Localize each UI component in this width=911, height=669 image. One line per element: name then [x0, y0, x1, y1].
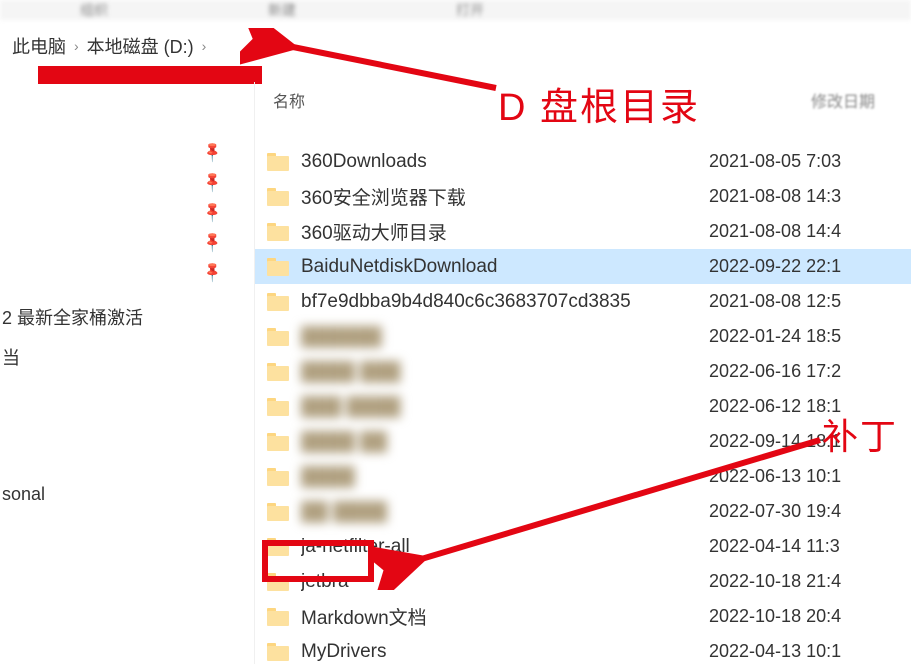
folder-icon: [267, 433, 289, 451]
chevron-right-icon: ›: [202, 38, 207, 54]
file-row[interactable]: ███ ████2022-06-12 18:1: [255, 389, 911, 424]
folder-icon: [267, 538, 289, 556]
file-date: 2021-08-08 12:5: [709, 291, 899, 312]
file-row[interactable]: 360安全浏览器下载2021-08-08 14:3: [255, 179, 911, 214]
folder-icon: [267, 258, 289, 276]
file-row[interactable]: ja-netfilter-all2022-04-14 11:3: [255, 529, 911, 564]
file-name: ██ ████: [301, 501, 709, 523]
folder-icon: [267, 643, 289, 661]
file-date: 2021-08-08 14:4: [709, 221, 899, 242]
file-date: 2022-09-22 22:1: [709, 256, 899, 277]
file-name: ████: [301, 466, 709, 488]
file-row[interactable]: jetbra2022-10-18 21:4: [255, 564, 911, 599]
file-list: 360Downloads2021-08-05 7:03360安全浏览器下载202…: [255, 144, 911, 669]
folder-icon: [267, 503, 289, 521]
file-date: 2022-06-12 18:1: [709, 396, 899, 417]
file-name: ███ ████: [301, 396, 709, 418]
file-name: ██████: [301, 326, 709, 348]
file-date: 2021-08-08 14:3: [709, 186, 899, 207]
folder-icon: [267, 328, 289, 346]
file-date: 2022-04-13 10:1: [709, 641, 899, 662]
file-name: BaiduNetdiskDownload: [301, 256, 709, 278]
folder-icon: [267, 223, 289, 241]
file-name: ████ ███: [301, 361, 709, 383]
breadcrumb: 此电脑 › 本地磁盘 (D:) ›: [0, 30, 911, 62]
sidebar-item[interactable]: 2 最新全家桶激活: [0, 300, 254, 334]
column-date-header[interactable]: 修改日期: [811, 88, 875, 112]
file-name: jetbra: [301, 571, 709, 593]
file-date: 2022-10-18 20:4: [709, 606, 899, 627]
file-name: ja-netfilter-all: [301, 536, 709, 558]
file-name: 360安全浏览器下载: [301, 183, 709, 210]
redaction-bar: [38, 66, 262, 84]
folder-icon: [267, 608, 289, 626]
breadcrumb-this-pc[interactable]: 此电脑: [6, 31, 72, 61]
file-date: 2022-01-24 18:5: [709, 326, 899, 347]
file-name: Markdown文档: [301, 603, 709, 630]
sidebar-item[interactable]: sonal: [0, 480, 254, 509]
file-pane: 名称 360Downloads2021-08-05 7:03360安全浏览器下载…: [254, 82, 911, 664]
file-date: 2022-06-13 10:1: [709, 466, 899, 487]
folder-icon: [267, 468, 289, 486]
folder-icon: [267, 293, 289, 311]
file-row[interactable]: BaiduNetdiskDownload2022-09-22 22:1: [255, 249, 911, 284]
file-date: 2022-07-30 19:4: [709, 501, 899, 522]
file-date: 2022-04-14 11:3: [709, 536, 899, 557]
column-name-header[interactable]: 名称: [267, 88, 899, 112]
file-name: 360驱动大师目录: [301, 218, 709, 245]
folder-icon: [267, 398, 289, 416]
sidebar-item[interactable]: 当: [0, 340, 254, 374]
file-row[interactable]: ████ ███2022-06-16 17:2: [255, 354, 911, 389]
file-row[interactable]: ████2022-06-13 10:1: [255, 459, 911, 494]
file-row[interactable]: Markdown文档2022-10-18 20:4: [255, 599, 911, 634]
file-date: 2021-08-05 7:03: [709, 151, 899, 172]
file-row[interactable]: ████ ██2022-09-14 18:1: [255, 424, 911, 459]
toolbar-blur: 组织 新建 打开: [0, 0, 911, 20]
file-row[interactable]: bf7e9dbba9b4d840c6c3683707cd38352021-08-…: [255, 284, 911, 319]
file-date: 2022-09-14 18:1: [709, 431, 899, 452]
file-name: bf7e9dbba9b4d840c6c3683707cd3835: [301, 291, 709, 313]
file-name: 360Downloads: [301, 151, 709, 173]
folder-icon: [267, 153, 289, 171]
file-name: ████ ██: [301, 431, 709, 453]
folder-icon: [267, 188, 289, 206]
folder-icon: [267, 363, 289, 381]
file-row[interactable]: 360驱动大师目录2021-08-08 14:4: [255, 214, 911, 249]
file-row[interactable]: ██ ████2022-07-30 19:4: [255, 494, 911, 529]
breadcrumb-drive-d[interactable]: 本地磁盘 (D:): [81, 31, 200, 61]
file-row[interactable]: ██████2022-01-24 18:5: [255, 319, 911, 354]
file-row[interactable]: 360Downloads2021-08-05 7:03: [255, 144, 911, 179]
folder-icon: [267, 573, 289, 591]
sidebar: 2 最新全家桶激活 当 sonal: [0, 120, 254, 515]
chevron-right-icon: ›: [74, 38, 79, 54]
file-date: 2022-06-16 17:2: [709, 361, 899, 382]
file-name: MyDrivers: [301, 641, 709, 663]
file-date: 2022-10-18 21:4: [709, 571, 899, 592]
